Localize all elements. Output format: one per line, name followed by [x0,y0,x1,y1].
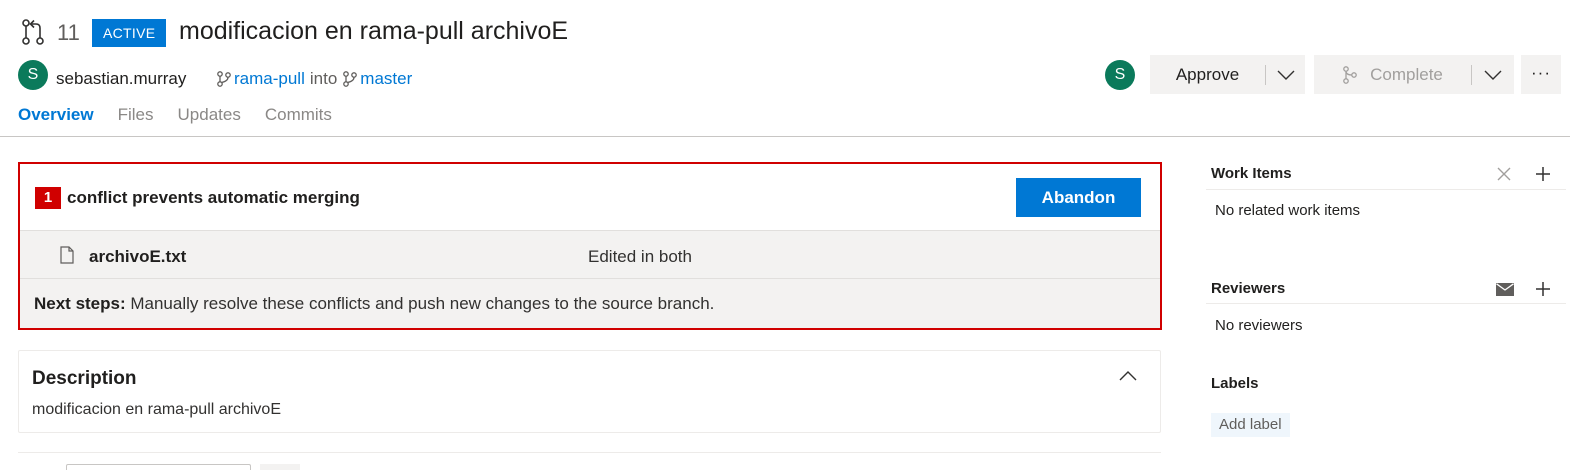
branch-info: rama-pull into master [216,69,412,89]
conflict-file-name[interactable]: archivoE.txt [89,247,186,267]
sidebar-divider [1206,189,1566,190]
tab-overview[interactable]: Overview [18,105,94,125]
approve-split-button: Approve [1150,55,1305,94]
tab-commits[interactable]: Commits [265,105,332,125]
section-divider [18,452,1161,453]
pull-request-id: 11 [57,20,80,45]
source-branch-link[interactable]: rama-pull [234,69,305,89]
into-label: into [309,69,338,88]
target-branch-link[interactable]: master [360,69,412,89]
approve-button[interactable]: Approve [1150,65,1265,85]
description-card: Description modificacion en rama-pull ar… [18,350,1161,433]
labels-title: Labels [1211,375,1259,392]
description-title: Description [32,368,137,389]
status-badge: ACTIVE [92,19,167,47]
author-avatar[interactable]: S [18,60,48,90]
merge-icon [1343,65,1357,84]
next-steps-text: Manually resolve these conflicts and pus… [125,294,715,313]
abandon-button[interactable]: Abandon [1016,178,1141,217]
branch-icon [343,71,358,87]
next-steps: Next steps: Manually resolve these confl… [20,279,1160,328]
approve-options-button[interactable] [1266,70,1305,80]
add-label-button[interactable]: Add label [1211,413,1290,437]
description-text: modificacion en rama-pull archivoE [32,401,281,418]
tab-bar: Overview Files Updates Commits [18,105,356,125]
conflict-message: conflict prevents automatic merging [67,188,360,207]
comment-input[interactable] [66,464,251,470]
more-options-button[interactable]: ··· [1521,55,1561,94]
reviewers-empty: No reviewers [1215,317,1303,334]
chevron-down-icon [1277,70,1294,80]
conflict-file-row[interactable]: archivoE.txt Edited in both [20,231,1160,279]
add-icon[interactable] [1535,281,1551,297]
tab-updates[interactable]: Updates [178,105,241,125]
complete-label: Complete [1370,64,1443,84]
branch-icon [217,71,231,87]
merge-conflict-panel: 1 conflict prevents automatic merging Ab… [18,162,1162,330]
work-items-title: Work Items [1211,165,1292,182]
sidebar-divider [1206,303,1566,304]
chevron-up-icon[interactable] [1119,371,1137,381]
conflict-file-status: Edited in both [588,247,692,266]
mail-icon[interactable] [1496,283,1514,296]
page-title: modificacion en rama-pull archivoE [179,17,569,45]
comment-button[interactable] [260,464,300,470]
complete-options-button[interactable] [1472,70,1514,80]
next-steps-label: Next steps: [34,294,126,313]
close-icon[interactable] [1497,167,1511,181]
header-divider [0,136,1570,137]
conflict-count-badge: 1 [35,187,61,209]
pull-request-icon [22,19,44,45]
reviewer-avatar[interactable]: S [1105,60,1135,90]
reviewers-title: Reviewers [1211,280,1286,297]
file-icon [60,246,74,264]
work-items-empty: No related work items [1215,202,1361,219]
add-icon[interactable] [1535,166,1551,182]
author-name[interactable]: sebastian.murray [56,69,186,89]
tab-files[interactable]: Files [118,105,154,125]
complete-button[interactable]: Complete [1314,65,1471,85]
conflict-header: 1 conflict prevents automatic merging Ab… [20,164,1160,231]
complete-split-button: Complete [1314,55,1514,94]
chevron-down-icon [1484,70,1502,80]
